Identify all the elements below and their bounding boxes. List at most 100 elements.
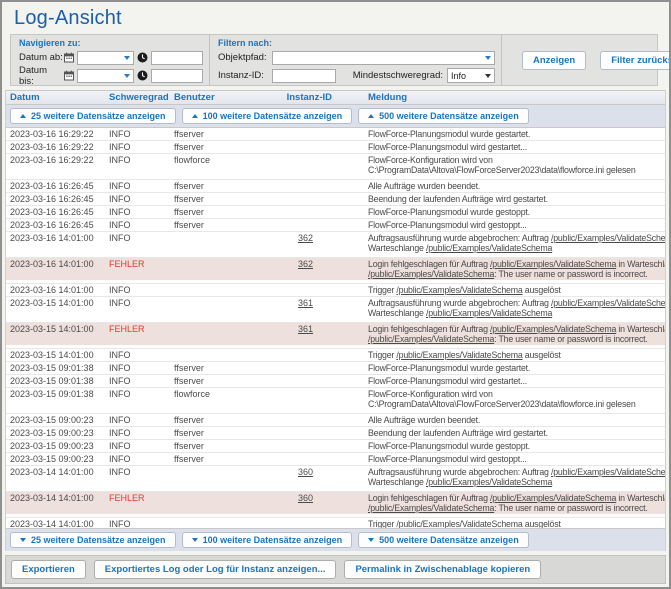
log-severity: INFO: [109, 285, 174, 295]
log-instance: 362: [256, 259, 340, 269]
log-severity: FEHLER: [109, 493, 174, 503]
log-row: 2023-03-16 16:26:45INFOffserverFlowForce…: [6, 205, 665, 218]
log-instance: 361: [256, 298, 340, 308]
object-path-link[interactable]: /public/Examples/ValidateSchema: [551, 467, 665, 477]
export-button[interactable]: Exportieren: [11, 560, 86, 579]
column-header-benutzer: Benutzer: [174, 92, 256, 103]
object-path-link[interactable]: /public/Examples/ValidateSchema: [551, 298, 665, 308]
instance-id-input[interactable]: [272, 69, 336, 83]
log-message: Trigger /public/Examples/ValidateSchema …: [340, 350, 665, 360]
log-message: Trigger /public/Examples/ValidateSchema …: [340, 285, 665, 295]
object-path-link[interactable]: /public/Examples/ValidateSchema: [396, 519, 522, 528]
log-user: ffserver: [174, 441, 256, 451]
load-500-more-button[interactable]: 500 weitere Datensätze anzeigen: [358, 532, 529, 548]
log-date: 2023-03-15 14:01:00: [10, 324, 109, 334]
log-user: ffserver: [174, 129, 256, 139]
log-row: 2023-03-15 09:00:23INFOffserverBeendung …: [6, 426, 665, 439]
reset-filter-button[interactable]: Filter zurücksetzen: [600, 51, 671, 70]
log-row: 2023-03-16 16:29:22INFOffserverFlowForce…: [6, 128, 665, 140]
log-row: 2023-03-14 14:01:00INFO360Auftragsausfüh…: [6, 465, 665, 488]
object-path-link[interactable]: /public/Examples/ValidateSchema: [551, 233, 665, 243]
log-table: Datum Schweregrad Benutzer Instanz-ID Me…: [5, 90, 666, 551]
log-severity: INFO: [109, 428, 174, 438]
instance-link[interactable]: 361: [298, 324, 313, 334]
load-25-more-button[interactable]: 25 weitere Datensätze anzeigen: [10, 532, 176, 548]
object-path-link[interactable]: /public/Examples/ValidateSchema: [368, 334, 494, 344]
log-user: flowforce: [174, 389, 256, 399]
log-severity: INFO: [109, 376, 174, 386]
page-title: Log-Ansicht: [2, 2, 669, 34]
column-header-schweregrad: Schweregrad: [109, 92, 174, 103]
log-severity: INFO: [109, 298, 174, 308]
log-severity: INFO: [109, 129, 174, 139]
date-to-input[interactable]: [151, 69, 203, 83]
clock-icon[interactable]: [137, 52, 148, 63]
log-row: 2023-03-15 09:01:38INFOflowforceFlowForc…: [6, 387, 665, 410]
object-path-link[interactable]: /public/Examples/ValidateSchema: [426, 477, 552, 487]
instance-link[interactable]: 361: [298, 298, 313, 308]
object-path-link[interactable]: /public/Examples/ValidateSchema: [426, 308, 552, 318]
load-100-more-button[interactable]: 100 weitere Datensätze anzeigen: [182, 108, 353, 124]
filter-actions-section: Anzeigen Filter zurücksetzen: [501, 35, 671, 85]
object-path-link[interactable]: /public/Examples/ValidateSchema: [426, 243, 552, 253]
log-date: 2023-03-15 09:00:23: [10, 428, 109, 438]
load-100-more-button[interactable]: 100 weitere Datensätze anzeigen: [182, 532, 353, 548]
log-user: ffserver: [174, 220, 256, 230]
date-to-select[interactable]: [77, 69, 134, 83]
log-severity: INFO: [109, 142, 174, 152]
instance-link[interactable]: 360: [298, 467, 313, 477]
load-25-more-button[interactable]: 25 weitere Datensätze anzeigen: [10, 108, 176, 124]
log-message: Alle Aufträge wurden beendet.: [340, 415, 665, 425]
object-path-link[interactable]: /public/Examples/ValidateSchema: [490, 259, 616, 269]
log-row: 2023-03-16 16:26:45INFOffserverFlowForce…: [6, 218, 665, 231]
date-from-input[interactable]: [151, 51, 203, 65]
object-path-link[interactable]: /public/Examples/ValidateSchema: [396, 350, 522, 360]
log-instance: 361: [256, 324, 340, 334]
log-date: 2023-03-15 14:01:00: [10, 298, 109, 308]
log-row: 2023-03-14 14:01:00FEHLER 360 Login fehlge…: [6, 491, 665, 514]
date-to-label: Datum bis:: [19, 65, 64, 87]
log-user: ffserver: [174, 207, 256, 217]
calendar-icon[interactable]: [64, 70, 74, 81]
log-severity: INFO: [109, 194, 174, 204]
load-more-strip-top: 25 weitere Datensätze anzeigen 100 weite…: [6, 105, 665, 128]
object-path-link[interactable]: /public/Examples/ValidateSchema: [490, 493, 616, 503]
log-severity: FEHLER: [109, 324, 174, 334]
calendar-icon[interactable]: [64, 52, 74, 63]
show-button[interactable]: Anzeigen: [522, 51, 586, 70]
date-from-select[interactable]: [77, 51, 134, 65]
log-row: 2023-03-16 14:01:00INFO Trigger /public/E…: [6, 283, 665, 296]
chevron-down-icon: [20, 538, 26, 542]
instance-link[interactable]: 362: [298, 259, 313, 269]
log-message: Trigger /public/Examples/ValidateSchema …: [340, 519, 665, 528]
show-exported-log-button[interactable]: Exportiertes Log oder Log für Instanz an…: [94, 560, 337, 579]
log-message: Beendung der laufenden Aufträge wird ges…: [340, 428, 665, 438]
object-path-link[interactable]: /public/Examples/ValidateSchema: [396, 285, 522, 295]
instance-link[interactable]: 362: [298, 233, 313, 243]
object-path-link[interactable]: /public/Examples/ValidateSchema: [490, 324, 616, 334]
log-user: ffserver: [174, 181, 256, 191]
log-message: FlowForce-Planungsmodul wurde gestoppt.: [340, 207, 665, 217]
log-date: 2023-03-14 14:01:00: [10, 493, 109, 503]
log-message: FlowForce-Konfiguration wird vonC:\Progr…: [340, 155, 665, 175]
instance-link[interactable]: 360: [298, 493, 313, 503]
filter-section-label: Filtern nach:: [218, 38, 495, 48]
min-severity-select[interactable]: Info: [447, 68, 495, 83]
log-row: 2023-03-15 14:01:00INFO361Auftragsausfüh…: [6, 296, 665, 319]
log-date: 2023-03-16 16:26:45: [10, 220, 109, 230]
objectpath-input[interactable]: [272, 51, 495, 65]
object-path-link[interactable]: /public/Examples/ValidateSchema: [368, 503, 494, 513]
log-severity: INFO: [109, 415, 174, 425]
log-severity: INFO: [109, 454, 174, 464]
copy-permalink-button[interactable]: Permalink in Zwischenablage kopieren: [344, 560, 541, 579]
log-date: 2023-03-16 14:01:00: [10, 285, 109, 295]
log-user: ffserver: [174, 363, 256, 373]
column-header-instanz-id: Instanz-ID: [256, 92, 340, 103]
clock-icon[interactable]: [137, 70, 148, 81]
column-header-meldung: Meldung: [340, 92, 665, 103]
log-row: 2023-03-16 16:26:45INFOffserverAlle Auft…: [6, 179, 665, 192]
log-message: Login fehlgeschlagen für Auftrag /public…: [340, 493, 665, 513]
log-date: 2023-03-15 09:00:23: [10, 454, 109, 464]
load-500-more-button[interactable]: 500 weitere Datensätze anzeigen: [358, 108, 529, 124]
object-path-link[interactable]: /public/Examples/ValidateSchema: [368, 269, 494, 279]
